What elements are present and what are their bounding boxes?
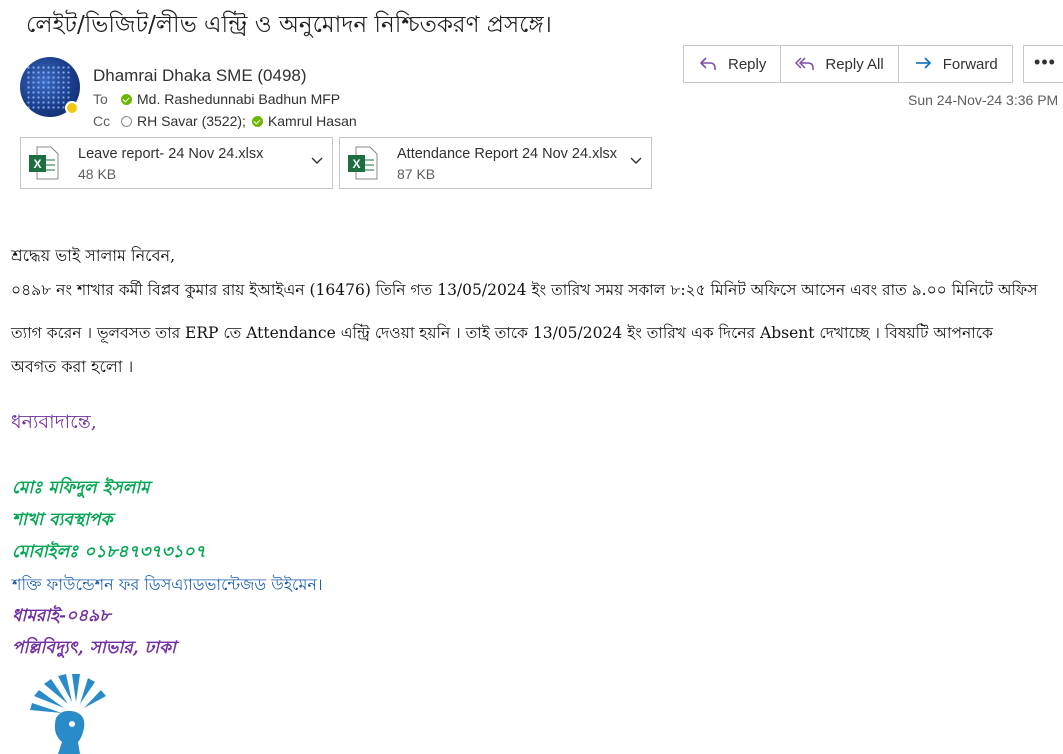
recipient-cc[interactable]: RH Savar (3522); bbox=[137, 113, 246, 129]
svg-text:X: X bbox=[352, 157, 360, 171]
chevron-down-icon[interactable] bbox=[310, 154, 324, 168]
reply-icon bbox=[700, 57, 716, 70]
message-actions: Reply Reply All Forward bbox=[683, 45, 1013, 83]
body-paragraph-line: ত্যাগ করেন । ভূলবসত তার ERP তে Attendanc… bbox=[11, 324, 993, 342]
email-subject: লেইট/ভিজিট/লীভ এন্ট্রি ও অনুমোদন নিশ্চিত… bbox=[26, 12, 552, 38]
sent-datetime: Sun 24-Nov-24 3:36 PM bbox=[908, 92, 1059, 108]
chevron-down-icon[interactable] bbox=[629, 154, 643, 168]
excel-file-icon: X bbox=[29, 146, 59, 180]
more-actions-button[interactable]: ••• bbox=[1023, 45, 1063, 83]
greeting-text: শ্রদ্ধেয় ভাই সালাম নিবেন, bbox=[11, 246, 176, 265]
signature-name: মোঃ মফিদুল ইসলাম bbox=[12, 478, 150, 498]
forward-icon bbox=[915, 57, 931, 69]
attachment-card[interactable]: X Leave report- 24 Nov 24.xlsx 48 KB bbox=[20, 137, 333, 189]
forward-button[interactable]: Forward bbox=[897, 45, 1013, 83]
attachment-name: Attendance Report 24 Nov 24.xlsx bbox=[397, 146, 618, 162]
attachment-name: Leave report- 24 Nov 24.xlsx bbox=[78, 146, 264, 162]
presence-available-icon bbox=[121, 93, 132, 105]
recipient-to[interactable]: Md. Rashedunnabi Badhun MFP bbox=[137, 91, 340, 107]
attachment-size: 48 KB bbox=[78, 166, 117, 182]
presence-unknown-icon bbox=[121, 115, 132, 127]
organization-logo-icon bbox=[30, 674, 106, 754]
reply-all-button[interactable]: Reply All bbox=[780, 45, 899, 83]
presence-away-icon bbox=[65, 101, 79, 115]
sender-name[interactable]: Dhamrai Dhaka SME (0498) bbox=[93, 66, 307, 86]
cc-line: Cc RH Savar (3522); Kamrul Hasan bbox=[93, 113, 357, 129]
signature-title: শাখা ব্যবস্থাপক bbox=[12, 510, 113, 530]
to-label: To bbox=[93, 91, 108, 107]
signature-branch: ধামরাই-০৪৯৮ bbox=[12, 606, 111, 626]
body-paragraph-line: ০৪৯৮ নং শাখার কর্মী বিপ্লব কুমার রায় ইআ… bbox=[11, 281, 1038, 299]
excel-file-icon: X bbox=[348, 146, 378, 180]
closing-text: ধন্যবাদান্তে, bbox=[11, 411, 97, 433]
to-line: To Md. Rashedunnabi Badhun MFP bbox=[93, 91, 340, 107]
attachment-size: 87 KB bbox=[397, 166, 436, 182]
body-paragraph-line: অবগত করা হলো । bbox=[11, 357, 134, 376]
forward-label: Forward bbox=[942, 55, 998, 73]
signature-organization: শক্তি ফাউন্ডেশন ফর ডিসএ্যাডভান্টেজড উইমে… bbox=[12, 575, 323, 594]
reply-button[interactable]: Reply bbox=[683, 45, 782, 83]
recipient-cc[interactable]: Kamrul Hasan bbox=[268, 113, 357, 129]
cc-label: Cc bbox=[93, 113, 111, 129]
reply-all-label: Reply All bbox=[825, 55, 884, 73]
signature-mobile: মোবাইলঃ ০১৮৪৭৩৭৩১০৭ bbox=[12, 542, 206, 562]
attachment-card[interactable]: X Attendance Report 24 Nov 24.xlsx 87 KB bbox=[339, 137, 652, 189]
reply-all-icon bbox=[795, 57, 815, 70]
reply-label: Reply bbox=[728, 55, 767, 73]
svg-text:X: X bbox=[33, 157, 41, 171]
presence-available-icon bbox=[251, 115, 263, 127]
signature-address: পল্লিবিদ্যুৎ, সাভার, ঢাকা bbox=[12, 638, 176, 658]
